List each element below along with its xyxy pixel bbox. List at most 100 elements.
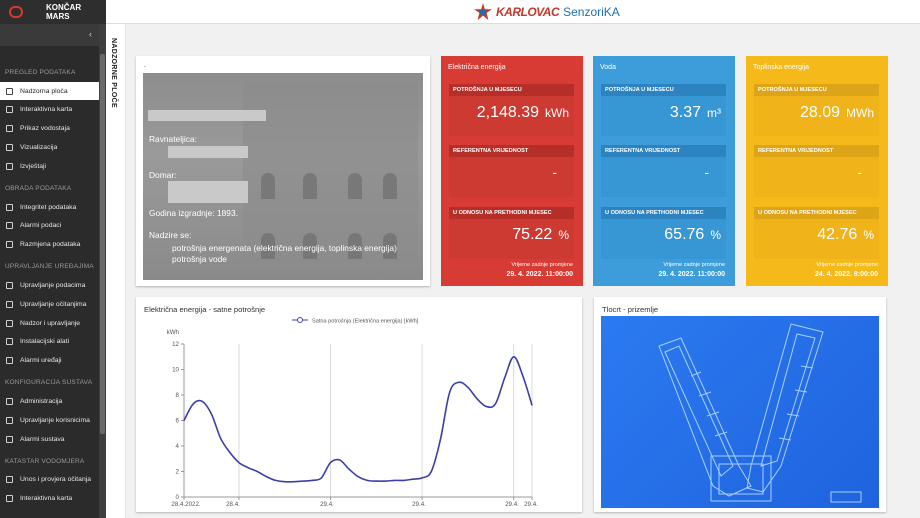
menu-item-icon	[6, 162, 13, 170]
card-label-change: U ODNOSU NA PRETHODNI MJESEC	[449, 207, 574, 219]
y-tick-label: 6	[176, 418, 180, 425]
sidebar-item-label: Integritet podataka	[20, 203, 77, 211]
kpi-card[interactable]: Toplinska energija POTROŠNJA U MJESECU 28.…	[746, 56, 888, 286]
kpi-card[interactable]: Voda POTROŠNJA U MJESECU 3.37 m³ REFERENTNA …	[593, 56, 735, 286]
redacted-field	[148, 110, 266, 121]
label-nadzire: Nadzire se:	[149, 230, 192, 240]
card-timestamp: 24. 4. 2022. 8:00:00	[814, 271, 878, 278]
sidebar-item-label: Alarmi sustava	[20, 435, 65, 443]
sidebar: ‹ PREGLED PODATAKA Nadzorna ploča Interakt…	[0, 24, 99, 518]
brand-title: KARLOVAC	[496, 5, 560, 19]
data-point	[284, 481, 286, 483]
card-value-change: 65.76%	[664, 226, 721, 243]
sidebar-item-label: Interaktivna karta	[20, 106, 73, 114]
menu-item-icon	[6, 143, 13, 151]
floor-plan-drawing	[658, 323, 862, 503]
koncar-logo[interactable]: KONČAR MARS	[0, 0, 106, 24]
data-point	[256, 470, 258, 473]
sidebar-item[interactable]: Administracija	[0, 392, 99, 410]
x-tick-label: 29.4.	[505, 501, 519, 508]
kpi-card[interactable]: Električna energija POTROŠNJA U MJESECU 2,…	[441, 56, 583, 286]
card-title: Voda	[600, 64, 616, 71]
sidebar-item-label: Alarmi uređaji	[20, 357, 62, 365]
y-tick-label: 8	[176, 392, 180, 399]
redacted-field	[168, 146, 248, 158]
info-title: .	[144, 62, 146, 69]
data-point	[329, 462, 332, 464]
sidebar-section-title: KONFIGURACIJA SUSTAVA	[5, 379, 93, 387]
y-axis-label: kWh	[167, 329, 180, 336]
sidebar-scrollbar[interactable]	[99, 24, 106, 518]
sidebar-item-label: Administracija	[20, 397, 63, 405]
data-point	[485, 405, 487, 408]
card-label-change: U ODNOSU NA PRETHODNI MJESEC	[754, 207, 879, 219]
sidebar-item[interactable]: Instalacijski alati	[0, 333, 99, 351]
card-timestamp: 29. 4. 2022. 11:00:00	[658, 271, 725, 278]
x-tick-label: 29.4.	[412, 501, 426, 508]
card-timestamp-label: Vrijeme zadnje promjene	[816, 262, 878, 268]
sidebar-section-title: KATASTAR VODOMJERA	[5, 457, 85, 465]
sidebar-item-label: Izvještaji	[20, 162, 47, 170]
sidebar-item[interactable]: Alarmi podaci	[0, 217, 99, 235]
legend-label: Satna potrošnja (Električna energija) [k…	[312, 319, 419, 325]
tab-nadzorne-ploce[interactable]: NADZORNE PLOČE	[106, 24, 126, 518]
data-point	[320, 477, 322, 479]
menu-item-icon	[6, 397, 13, 405]
floor-plan-image[interactable]	[601, 316, 879, 508]
sidebar-item[interactable]: Vizualizacija	[0, 138, 99, 156]
sidebar-item[interactable]: Interaktivna karta	[0, 490, 99, 508]
brand-line-2: MARS	[46, 12, 70, 21]
koncar-logo-icon	[9, 6, 23, 18]
sidebar-item[interactable]: Unos i provjera očitanja	[0, 471, 99, 489]
sidebar-item[interactable]: Alarmi sustava	[0, 430, 99, 448]
data-point	[513, 356, 515, 358]
label-godina: Godina izgradnje: 1893.	[149, 208, 238, 218]
data-point	[192, 403, 194, 405]
data-point	[430, 470, 432, 473]
karlovac-star-icon	[474, 3, 492, 21]
sidebar-item[interactable]: Izvještaji	[0, 157, 99, 175]
sidebar-item[interactable]: Nadzor i upravljanje	[0, 314, 99, 332]
menu-item-icon	[6, 476, 13, 484]
sidebar-item[interactable]: Integritet podataka	[0, 198, 99, 216]
sidebar-item[interactable]: Upravljanje očitanjima	[0, 295, 99, 313]
y-tick-label: 4	[176, 443, 180, 450]
sidebar-item[interactable]: Razmjena podataka	[0, 236, 99, 254]
menu-item-icon	[6, 222, 13, 230]
sidebar-toggle-button[interactable]: ‹	[0, 24, 99, 46]
data-point	[293, 481, 295, 483]
sidebar-item-label: Alarmi podaci	[20, 222, 62, 230]
data-point	[210, 413, 213, 415]
menu-item-icon	[6, 357, 13, 365]
data-point	[183, 419, 185, 422]
menu-item-icon	[6, 106, 13, 114]
data-point	[458, 381, 460, 383]
sidebar-item[interactable]: Interaktivna karta	[0, 101, 99, 119]
sidebar-item[interactable]: Upravljanje podacima	[0, 276, 99, 294]
card-title: Električna energija	[448, 64, 506, 71]
menu-item-icon	[6, 338, 13, 346]
sidebar-item-label: Unos i provjera očitanja	[20, 476, 92, 484]
sidebar-item[interactable]: Upravljanje korisnicima	[0, 411, 99, 429]
menu-item-icon	[6, 87, 13, 95]
scrollbar-thumb[interactable]	[100, 54, 105, 434]
consumption-chart-panel: Električna energija - satne potrošnje Sa…	[136, 297, 582, 512]
card-unit: MWh	[846, 106, 874, 120]
sidebar-item-label: Upravljanje podacima	[20, 281, 86, 289]
card-value-reference: -	[704, 164, 709, 180]
chevron-left-icon: ‹	[89, 29, 92, 39]
sidebar-item[interactable]: Prikaz vodostaja	[0, 120, 99, 138]
data-point	[375, 480, 377, 482]
card-timestamp: 29. 4. 2022. 11:00:00	[506, 271, 573, 278]
sidebar-item-label: Instalacijski alati	[20, 338, 70, 346]
data-point	[412, 478, 414, 480]
data-point	[531, 404, 533, 406]
sidebar-item-label: Interaktivna karta	[20, 495, 73, 503]
data-point	[384, 480, 387, 482]
y-tick-label: 10	[172, 367, 179, 374]
sidebar-item[interactable]: Nadzorna ploča	[0, 82, 99, 100]
card-unit: kWh	[545, 106, 569, 120]
sidebar-item[interactable]: Alarmi uređaji	[0, 352, 99, 370]
sidebar-item-label: Vizualizacija	[20, 143, 58, 151]
y-tick-label: 12	[172, 341, 179, 348]
